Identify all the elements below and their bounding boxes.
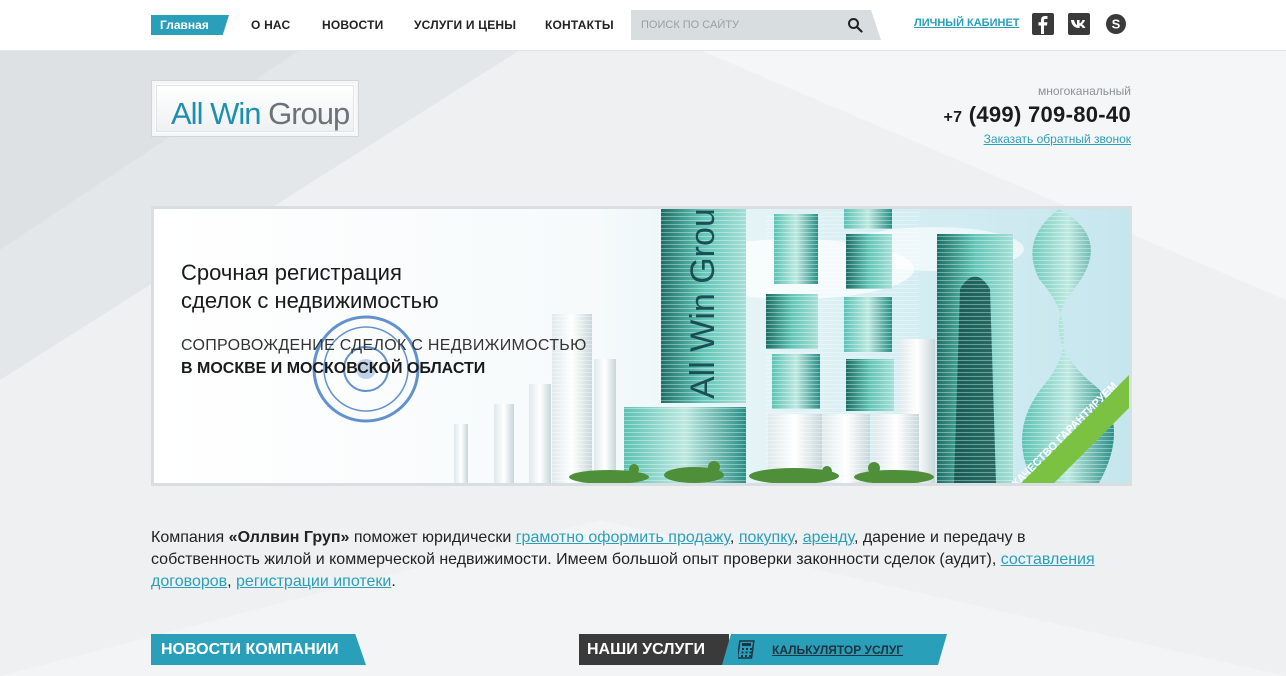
link-mortgage[interactable]: регистрации ипотеки	[236, 573, 391, 590]
banner-subtitle-line1: СОПРОВОЖДЕНИЕ СДЕЛОК С НЕДВИЖИМОСТЬЮ	[181, 337, 587, 354]
intro-text: .	[391, 573, 396, 590]
tower-label: All Win Group	[684, 209, 722, 399]
facebook-icon[interactable]	[1032, 13, 1054, 35]
nav-item-home[interactable]: Главная	[151, 15, 229, 35]
phone-digits: (499) 709-80-40	[968, 102, 1131, 127]
link-sale[interactable]: грамотно оформить продажу	[516, 529, 730, 546]
intro-paragraph: Компания «Оллвин Груп» поможет юридическ…	[151, 527, 1136, 593]
services-section-header: Наши услуги	[579, 634, 729, 665]
news-section-title: Новости компании	[161, 641, 339, 658]
vk-icon[interactable]	[1068, 13, 1090, 35]
callback-link[interactable]: Заказать обратный звонок	[943, 132, 1131, 146]
search-box	[631, 10, 881, 40]
news-section-header: Новости компании	[151, 634, 366, 665]
phone-number: +7 (499) 709-80-40	[943, 102, 1131, 128]
search-input[interactable]	[631, 10, 841, 40]
hero-banner[interactable]: All Win Group Срочная регистрация сделок…	[151, 206, 1132, 486]
phone-note: многоканальный	[1037, 84, 1131, 98]
intro-text: поможет юридически	[349, 529, 516, 546]
services-section-title: Наши услуги	[587, 641, 705, 658]
nav-item-home-label: Главная	[160, 18, 209, 32]
nav-item-news[interactable]: Новости	[322, 15, 383, 35]
nav-item-contacts[interactable]: Контакты	[545, 15, 614, 35]
intro-text: ,	[729, 529, 739, 546]
site-logo[interactable]: All Win Group	[151, 80, 359, 137]
phone-prefix: +7	[943, 109, 963, 126]
company-name: «Оллвин Груп»	[228, 529, 350, 546]
logo-text: All Win Group	[171, 96, 350, 132]
skype-icon[interactable]: S	[1105, 13, 1127, 35]
banner-title-line1: Срочная регистрация	[181, 260, 402, 285]
nav-item-about[interactable]: О нас	[251, 15, 290, 35]
logo-group: Group	[268, 96, 350, 131]
search-icon[interactable]	[847, 17, 863, 33]
intro-text: ,	[793, 529, 803, 546]
logo-allwin: All Win	[171, 96, 261, 131]
link-rent[interactable]: аренду	[803, 529, 854, 546]
top-navigation-bar: Главная О нас Новости Услуги и цены Конт…	[0, 0, 1286, 50]
banner-subtitle-line2: В МОСКВЕ И МОСКОВСКОЙ ОБЛАСТИ	[181, 360, 486, 377]
svg-text:S: S	[1112, 17, 1121, 32]
logo-frame: All Win Group	[156, 85, 354, 132]
nav-item-services[interactable]: Услуги и цены	[414, 15, 516, 35]
personal-cabinet-link[interactable]: Личный кабинет	[914, 17, 1020, 29]
calculator-button[interactable]: Калькулятор услуг	[722, 634, 947, 665]
banner-title: Срочная регистрация сделок с недвижимост…	[181, 259, 501, 315]
intro-text: ,	[227, 573, 237, 590]
calculator-link[interactable]: Калькулятор услуг	[772, 643, 903, 657]
banner-title-line2: сделок с недвижимостью	[181, 288, 439, 313]
calculator-icon	[738, 640, 755, 659]
intro-text: Компания	[151, 529, 229, 546]
contact-phone-block: многоканальный +7 (499) 709-80-40 Заказа…	[943, 84, 1131, 146]
link-purchase[interactable]: покупку	[739, 529, 794, 546]
